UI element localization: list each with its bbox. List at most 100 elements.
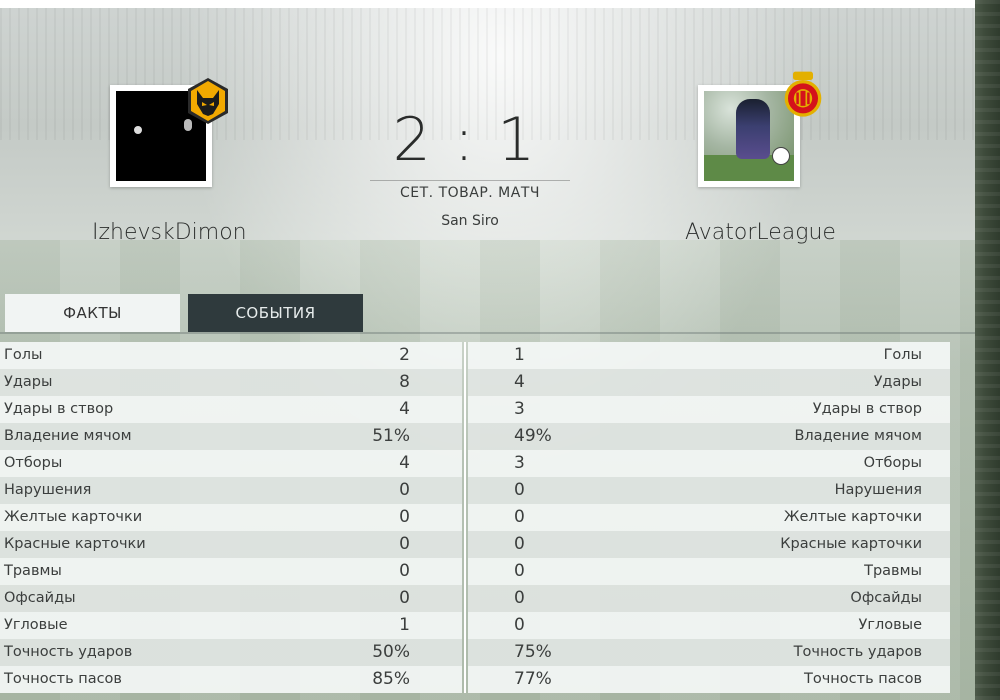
away-stat-cell: 75% Точность ударов <box>468 639 950 666</box>
away-stat-value: 0 <box>514 615 525 635</box>
column-separator <box>464 531 466 558</box>
away-stat-cell: 0 Красные карточки <box>468 531 950 558</box>
away-stat-label: Травмы <box>864 563 922 579</box>
home-stat-cell: Точность ударов 50% <box>0 639 462 666</box>
stat-row: Точность пасов 85% 77% Точность пасов <box>0 666 950 693</box>
home-stat-cell: Голы 2 <box>0 342 462 369</box>
away-stat-cell: 1 Голы <box>468 342 950 369</box>
away-stat-value: 4 <box>514 372 525 392</box>
column-separator <box>464 612 466 639</box>
top-bar <box>0 0 975 8</box>
home-stat-label: Офсайды <box>4 590 76 606</box>
away-stat-label: Нарушения <box>834 482 922 498</box>
away-stat-cell: 0 Угловые <box>468 612 950 639</box>
stat-row: Удары 8 4 Удары <box>0 369 950 396</box>
away-stat-label: Удары <box>873 374 922 390</box>
stat-row: Отборы 4 3 Отборы <box>0 450 950 477</box>
away-stat-value: 77% <box>514 669 552 689</box>
stat-row: Удары в створ 4 3 Удары в створ <box>0 396 950 423</box>
away-stat-cell: 3 Отборы <box>468 450 950 477</box>
home-stat-value: 4 <box>399 453 410 473</box>
stat-row: Желтые карточки 0 0 Желтые карточки <box>0 504 950 531</box>
side-scenery <box>975 0 1000 700</box>
away-stat-label: Удары в створ <box>812 401 922 417</box>
home-stat-cell: Удары в створ 4 <box>0 396 462 423</box>
home-stat-value: 51% <box>372 426 410 446</box>
stat-row: Владение мячом 51% 49% Владение мячом <box>0 423 950 450</box>
home-stat-label: Красные карточки <box>4 536 146 552</box>
home-stat-value: 0 <box>399 480 410 500</box>
home-stat-label: Угловые <box>4 617 68 633</box>
tab-facts[interactable]: ФАКТЫ <box>5 294 180 332</box>
stat-row: Угловые 1 0 Угловые <box>0 612 950 639</box>
home-stat-value: 50% <box>372 642 410 662</box>
match-type: СЕТ. ТОВАР. МАТЧ <box>370 180 570 201</box>
column-separator <box>464 585 466 612</box>
home-team-name: IzhevskDimon <box>92 220 247 245</box>
stat-row: Красные карточки 0 0 Красные карточки <box>0 531 950 558</box>
away-stat-cell: 0 Травмы <box>468 558 950 585</box>
away-stat-label: Точность пасов <box>804 671 922 687</box>
home-stat-label: Точность ударов <box>4 644 133 660</box>
column-separator <box>464 423 466 450</box>
home-stat-cell: Нарушения 0 <box>0 477 462 504</box>
away-stat-cell: 0 Нарушения <box>468 477 950 504</box>
away-stat-label: Владение мячом <box>794 428 922 444</box>
away-stat-value: 49% <box>514 426 552 446</box>
home-stat-value: 0 <box>399 534 410 554</box>
stat-row: Нарушения 0 0 Нарушения <box>0 477 950 504</box>
away-stat-label: Красные карточки <box>780 536 922 552</box>
home-stat-value: 85% <box>372 669 410 689</box>
stat-row: Точность ударов 50% 75% Точность ударов <box>0 639 950 666</box>
away-stat-value: 3 <box>514 399 525 419</box>
away-stat-value: 75% <box>514 642 552 662</box>
wolf-crest-icon <box>188 78 228 124</box>
home-stat-value: 1 <box>399 615 410 635</box>
away-stat-cell: 77% Точность пасов <box>468 666 950 693</box>
away-stat-cell: 0 Желтые карточки <box>468 504 950 531</box>
home-stat-cell: Травмы 0 <box>0 558 462 585</box>
home-stat-cell: Удары 8 <box>0 369 462 396</box>
home-stat-value: 4 <box>399 399 410 419</box>
away-stat-label: Офсайды <box>850 590 922 606</box>
home-stat-cell: Отборы 4 <box>0 450 462 477</box>
stat-row: Травмы 0 0 Травмы <box>0 558 950 585</box>
away-stat-value: 1 <box>514 345 525 365</box>
stats-table: Голы 2 1 Голы Удары 8 4 Удары Удары в створ 4 3 Уда… <box>0 342 950 693</box>
home-stat-label: Владение мячом <box>4 428 132 444</box>
home-stat-cell: Точность пасов 85% <box>0 666 462 693</box>
away-stat-cell: 4 Удары <box>468 369 950 396</box>
home-stat-value: 0 <box>399 588 410 608</box>
mallorca-crest-icon <box>784 71 822 117</box>
away-stat-value: 0 <box>514 561 525 581</box>
column-separator <box>464 396 466 423</box>
column-separator <box>464 639 466 666</box>
away-team-name: AvatorLeague <box>685 220 836 245</box>
away-stat-label: Желтые карточки <box>783 509 922 525</box>
away-stat-cell: 3 Удары в створ <box>468 396 950 423</box>
away-stat-label: Точность ударов <box>793 644 922 660</box>
home-stat-cell: Владение мячом 51% <box>0 423 462 450</box>
column-separator <box>464 477 466 504</box>
home-stat-cell: Желтые карточки 0 <box>0 504 462 531</box>
home-stat-label: Нарушения <box>4 482 92 498</box>
away-stat-label: Угловые <box>858 617 922 633</box>
column-separator <box>464 558 466 585</box>
away-stat-cell: 49% Владение мячом <box>468 423 950 450</box>
column-separator <box>464 342 466 369</box>
home-stat-value: 0 <box>399 507 410 527</box>
away-stat-value: 3 <box>514 453 525 473</box>
home-stat-value: 8 <box>399 372 410 392</box>
home-stat-label: Голы <box>4 347 43 363</box>
home-stat-label: Точность пасов <box>4 671 122 687</box>
home-stat-label: Желтые карточки <box>4 509 143 525</box>
away-stat-value: 0 <box>514 534 525 554</box>
home-stat-value: 0 <box>399 561 410 581</box>
stat-row: Офсайды 0 0 Офсайды <box>0 585 950 612</box>
away-stat-label: Голы <box>883 347 922 363</box>
tab-events[interactable]: СОБЫТИЯ <box>188 294 363 332</box>
venue: San Siro <box>441 213 499 229</box>
stat-row: Голы 2 1 Голы <box>0 342 950 369</box>
away-stat-cell: 0 Офсайды <box>468 585 950 612</box>
home-stat-cell: Офсайды 0 <box>0 585 462 612</box>
